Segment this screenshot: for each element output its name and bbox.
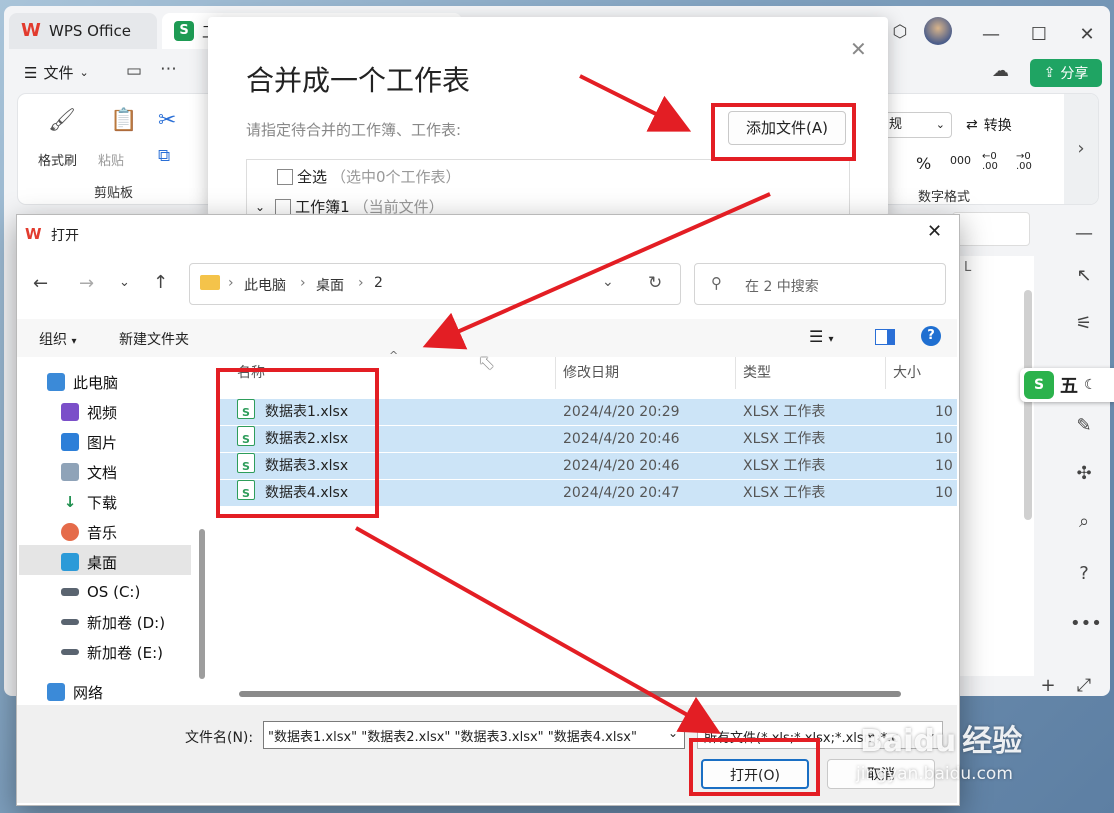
watermark-url: jingyan.baidu.com: [856, 764, 1013, 784]
arrow-to-open-button: [355, 526, 721, 734]
arrow-to-file-list: [422, 192, 771, 350]
watermark-product-text: 经验: [962, 724, 1023, 759]
annotation-arrows: [355, 74, 771, 734]
watermark-brand-text: Baidu: [860, 724, 957, 759]
arrow-to-add-file: [579, 74, 692, 132]
watermark-brand: Baidu 经验: [860, 716, 1022, 760]
